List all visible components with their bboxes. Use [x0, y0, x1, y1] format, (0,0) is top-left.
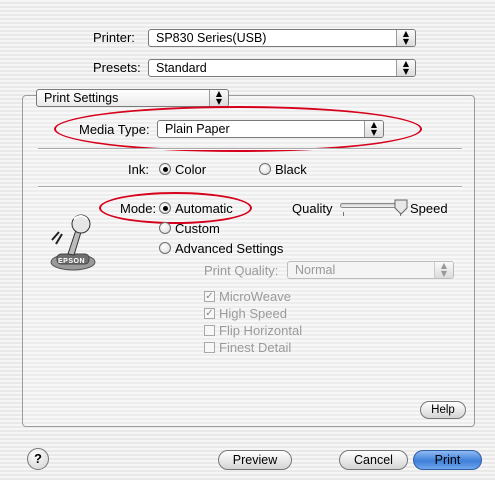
mode-custom-label[interactable]: Custom: [175, 221, 220, 236]
popup-arrows-icon: ▲ ▼: [396, 30, 415, 46]
print-quality-popup[interactable]: Normal ▲ ▼: [287, 261, 454, 279]
preview-button[interactable]: Preview: [218, 450, 292, 470]
slider-tick: [343, 212, 344, 216]
ink-color-label[interactable]: Color: [175, 162, 206, 177]
print-button[interactable]: Print: [413, 450, 482, 470]
printer-popup[interactable]: SP830 Series(USB) ▲ ▼: [148, 29, 416, 47]
high-speed-checkbox[interactable]: ✓: [204, 308, 215, 319]
pane-select-popup[interactable]: Print Settings ▲ ▼: [36, 89, 229, 107]
epson-logo-text: EPSON: [58, 258, 86, 265]
mode-advanced-radio[interactable]: [159, 242, 171, 254]
finest-detail-checkbox[interactable]: [204, 342, 215, 353]
flip-horizontal-checkbox[interactable]: [204, 325, 215, 336]
quality-speed-slider[interactable]: [340, 199, 410, 222]
pane-select-value: Print Settings: [44, 91, 119, 105]
print-quality-value: Normal: [295, 263, 336, 277]
presets-value: Standard: [156, 61, 207, 75]
printer-value: SP830 Series(USB): [156, 31, 267, 45]
flip-horizontal-label[interactable]: Flip Horizontal: [219, 323, 302, 338]
separator-1: [38, 148, 462, 150]
separator-2: [38, 186, 462, 188]
ink-black-label[interactable]: Black: [275, 162, 307, 177]
mode-highlight: [99, 192, 252, 224]
help-question-icon[interactable]: ?: [27, 448, 49, 470]
finest-detail-label[interactable]: Finest Detail: [219, 340, 291, 355]
slider-speed-label: Speed: [410, 201, 448, 216]
slider-quality-label: Quality: [292, 201, 333, 216]
cancel-button[interactable]: Cancel: [339, 450, 408, 470]
microweave-checkbox[interactable]: ✓: [204, 291, 215, 302]
popup-arrows-icon: ▲ ▼: [434, 262, 453, 278]
microweave-label[interactable]: MicroWeave: [219, 289, 291, 304]
mode-advanced-label[interactable]: Advanced Settings: [175, 241, 283, 256]
ink-black-radio[interactable]: [259, 163, 271, 175]
slider-thumb[interactable]: [394, 199, 408, 216]
high-speed-label[interactable]: High Speed: [219, 306, 287, 321]
ink-label: Ink:: [128, 162, 149, 177]
help-button[interactable]: Help: [420, 401, 466, 419]
ink-color-radio[interactable]: [159, 163, 171, 175]
popup-arrows-icon: ▲ ▼: [396, 60, 415, 76]
printer-label: Printer:: [93, 30, 135, 45]
presets-popup[interactable]: Standard ▲ ▼: [148, 59, 416, 77]
print-quality-label: Print Quality:: [204, 263, 279, 278]
mode-custom-radio[interactable]: [159, 222, 171, 234]
popup-arrows-icon: ▲ ▼: [209, 90, 228, 106]
presets-label: Presets:: [93, 60, 141, 75]
media-type-highlight: [54, 106, 422, 152]
